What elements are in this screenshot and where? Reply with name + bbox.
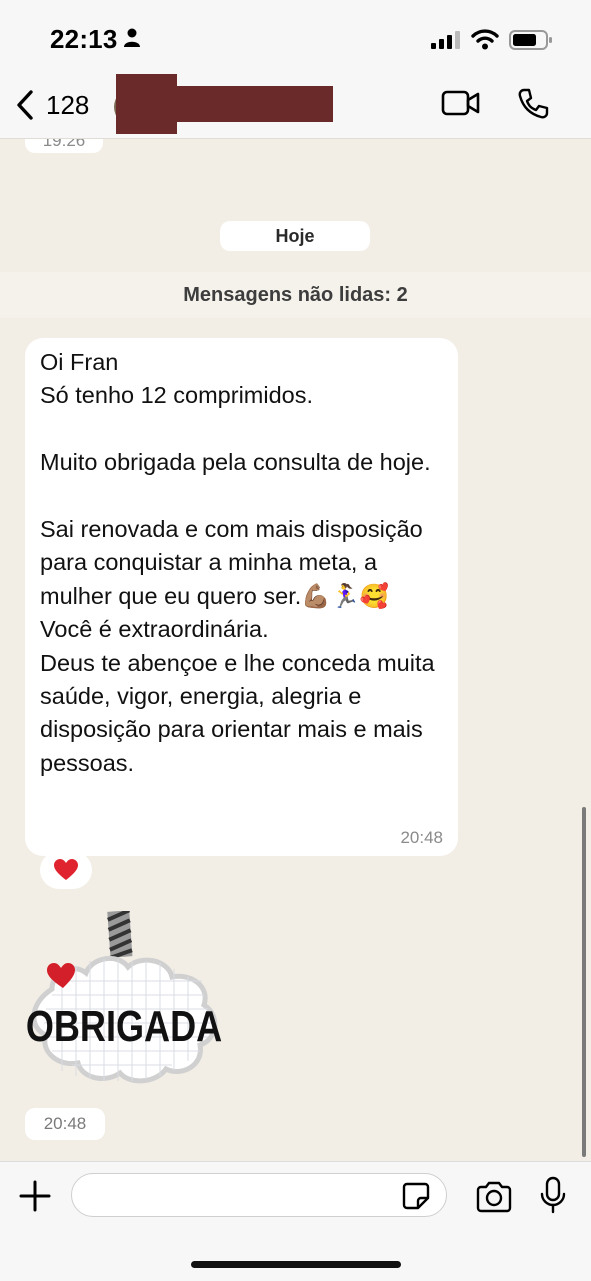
heart-icon	[54, 859, 78, 880]
camera-icon[interactable]	[475, 1181, 513, 1213]
chat-header: 128	[0, 74, 591, 139]
message-input[interactable]	[71, 1173, 447, 1217]
home-indicator	[191, 1261, 401, 1268]
contact-redaction	[116, 74, 177, 134]
composer-bar	[0, 1161, 591, 1281]
person-icon	[124, 28, 140, 47]
message-time: 20:48	[400, 828, 443, 847]
signal-icon	[431, 31, 460, 49]
obrigada-sticker[interactable]: OBRIGADA	[22, 908, 232, 1106]
sticker-text: OBRIGADA	[26, 1002, 222, 1051]
heart-reaction[interactable]	[40, 851, 92, 889]
status-bar: 22:13	[0, 0, 591, 78]
previous-message-time: 19:26	[25, 139, 103, 153]
message-bubble[interactable]: Oi Fran Só tenho 12 comprimidos. Muito o…	[25, 338, 458, 856]
unread-chats-count[interactable]: 128	[46, 90, 89, 121]
unread-banner: Mensagens não lidas: 2	[0, 272, 591, 318]
contact-name-redaction[interactable]	[177, 86, 333, 122]
sticker-icon[interactable]	[402, 1182, 430, 1210]
status-time: 22:13	[50, 24, 118, 54]
video-call-icon[interactable]	[441, 89, 481, 117]
chat-area[interactable]: 19:26 Hoje Mensagens não lidas: 2 Oi Fra…	[0, 139, 591, 1161]
microphone-icon[interactable]	[540, 1176, 566, 1214]
scrollbar[interactable]	[582, 807, 586, 1157]
back-chevron-icon[interactable]	[14, 88, 36, 122]
sticker-time: 20:48	[25, 1108, 105, 1140]
date-chip: Hoje	[220, 221, 370, 251]
phone-icon[interactable]	[516, 87, 550, 121]
wifi-icon	[471, 29, 499, 50]
message-text: Oi Fran Só tenho 12 comprimidos. Muito o…	[40, 349, 435, 776]
battery-icon	[509, 30, 552, 50]
plus-icon[interactable]	[18, 1179, 52, 1213]
